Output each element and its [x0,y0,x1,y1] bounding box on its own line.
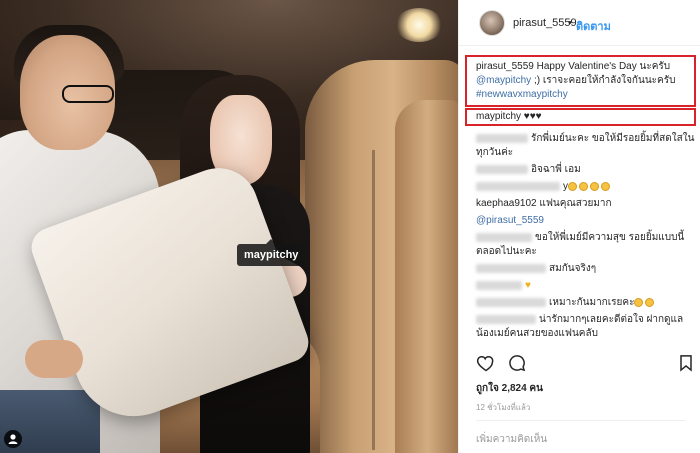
comment-text: kaephaa9102 แฟนคุณสวยมาก [476,198,612,209]
comment-text: สมกันจริงๆ [549,263,597,274]
follow-button[interactable]: ติดตาม [576,17,611,35]
ceiling-light [395,8,443,42]
reply-hearts: ♥♥♥ [523,111,542,122]
comment-text: อิจฉาพี่ เอม [531,164,581,175]
comment-row: เหมาะกันมากเรยคะ [476,296,696,310]
caption-username[interactable]: pirasut_5559 [476,61,534,72]
comment-row: น่ารักมากๆเลยคะดีต่อใจ ฝากดูแลน้องเมย์คน… [476,313,696,341]
comment-row: ขอให้พี่เมย์มีความสุข รอยยิ้มแบบนี้ตลอดไ… [476,231,696,259]
caption-text-2: ;) เราจะคอยให้กำลังใจกันนะครับ [533,75,676,86]
blurred-username[interactable] [476,181,560,191]
smile-emoji-icon [601,181,610,191]
comment-row: สมกันจริงๆ [476,262,696,276]
caption-mention[interactable]: @maypitchy [476,75,531,86]
header-separator: • [568,17,572,29]
comment-row: y [476,180,696,194]
post-timestamp: 12 ชั่วโมงที่แล้ว [476,403,531,412]
smile-emoji-icon [634,297,644,307]
seat-stitching [372,150,375,450]
action-bar [459,353,700,377]
blurred-username[interactable] [476,280,522,290]
heart-icon[interactable] [476,353,496,373]
avatar[interactable] [479,10,505,36]
comment-text: เหมาะกันมากเรยคะ [549,297,635,308]
blurred-username[interactable] [476,232,532,242]
caption-text: Happy Valentine's Day นะครับ [536,61,671,72]
reply-username[interactable]: maypitchy [476,111,521,122]
add-comment-input[interactable]: เพิ่มความคิดเห็น [476,432,547,447]
highlighted-reply: maypitchy ♥♥♥ [476,110,542,124]
likes-count[interactable]: ถูกใจ 2,824 คน [476,381,543,396]
comment-list: รักพี่เมย์นะคะ ขอให้มีรอยยิ้มที่สดใสในทุ… [476,132,696,344]
comment-row: รักพี่เมย์นะคะ ขอให้มีรอยยิ้มที่สดใสในทุ… [476,132,696,160]
yellow-heart-icon: ♥ [525,280,531,291]
photo-user-tag[interactable]: maypitchy [237,239,306,266]
divider [476,420,686,421]
post-header: pirasut_5559 • ติดตาม [459,0,700,46]
comment-row: kaephaa9102 แฟนคุณสวยมาก [476,197,696,211]
blurred-username[interactable] [476,263,546,273]
post-photo[interactable]: maypitchy [0,0,458,453]
blurred-username[interactable] [476,164,528,174]
smile-emoji-icon [645,297,655,307]
man-glasses [62,85,114,103]
comment-row: ♥ [476,279,696,293]
smile-emoji-icon [590,181,599,191]
comment-icon[interactable] [507,353,527,373]
comment-mention[interactable]: @pirasut_5559 [476,215,544,226]
blurred-username[interactable] [476,133,528,143]
post-sidebar: pirasut_5559 • ติดตาม pirasut_5559 Happy… [458,0,700,453]
seat-bolster [395,100,458,453]
blurred-username[interactable] [476,314,536,324]
man-hand [25,340,83,378]
post-caption: pirasut_5559 Happy Valentine's Day นะครั… [476,60,691,102]
smile-emoji-icon [579,181,588,191]
caption-hashtag[interactable]: #newwavxmaypitchy [476,89,568,100]
bookmark-icon[interactable] [676,353,696,373]
blurred-username[interactable] [476,297,546,307]
person-icon[interactable] [4,430,22,448]
smile-emoji-icon [568,181,577,191]
comment-row: @pirasut_5559 [476,214,696,228]
comment-row: อิจฉาพี่ เอม [476,163,696,177]
